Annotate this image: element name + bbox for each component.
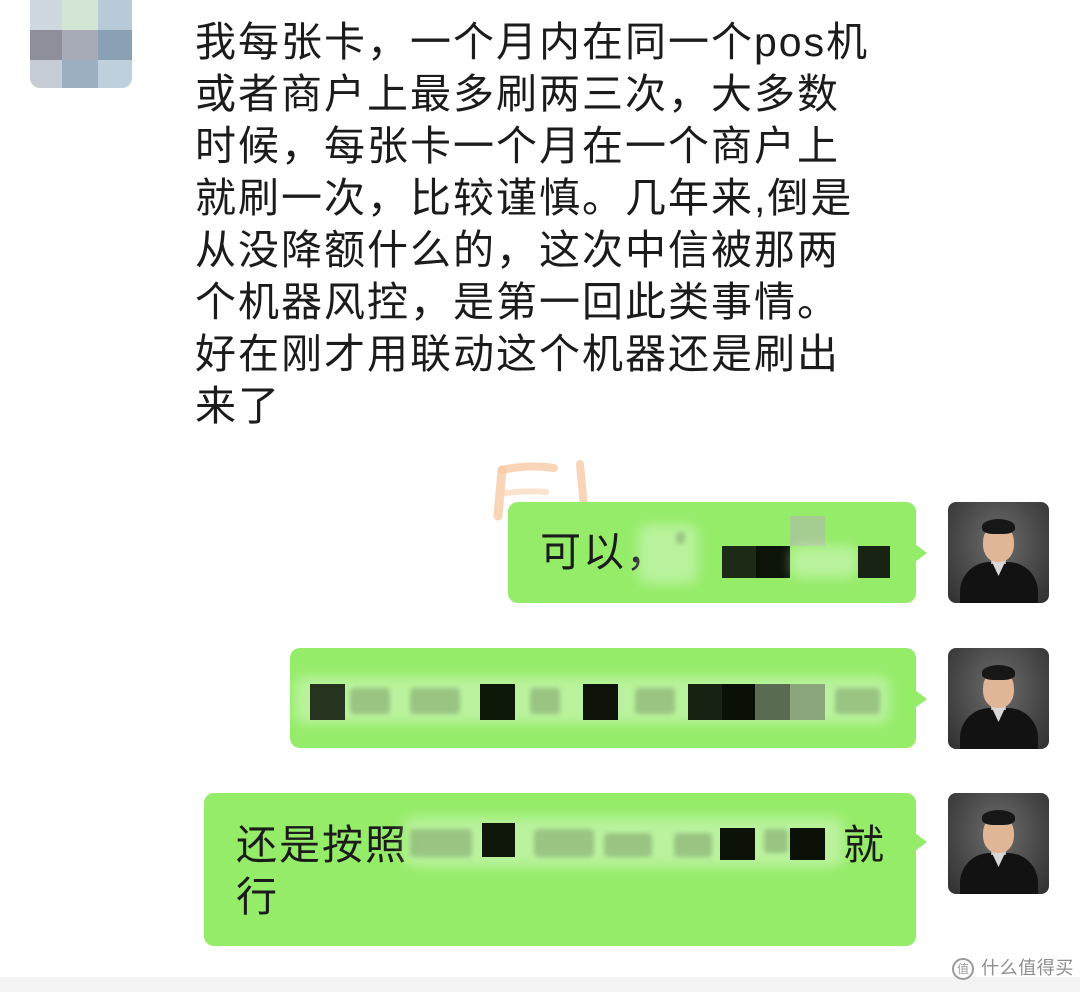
redaction-blur [764, 829, 788, 853]
redaction-blur [790, 546, 858, 578]
message-line: 从没降额什么的，这次中信被那两 [195, 227, 840, 273]
avatar-hair [982, 810, 1015, 825]
redaction-tile [756, 546, 790, 578]
zhide-logo-icon: 值 [952, 958, 974, 980]
redaction-tile [722, 546, 756, 578]
user-avatar[interactable] [948, 793, 1049, 894]
message-line: 就刷一次，比较谨慎。几年来,倒是 [195, 175, 854, 221]
mosaic-tile [62, 30, 98, 60]
message-line: 时候，每张卡一个月在一个商户上 [195, 123, 840, 169]
redaction-tile [722, 684, 755, 720]
redaction-tile [790, 516, 825, 546]
mosaic-tile [62, 60, 98, 88]
message-line: 个机器风控，是第一回此类事情。 [195, 279, 840, 325]
redaction-tile [790, 828, 825, 860]
redaction-blur [410, 829, 472, 857]
redaction-tile [583, 684, 618, 720]
redaction-blur [676, 532, 685, 544]
redaction-tile [755, 684, 790, 720]
user-avatar[interactable] [948, 648, 1049, 749]
redaction-tile [720, 828, 755, 860]
outgoing-message[interactable]: 可以， [508, 502, 927, 603]
redaction-blur [635, 688, 675, 714]
redaction-tile [482, 823, 515, 857]
incoming-message[interactable]: 我每张卡，一个月内在同一个pos机 或者商户上最多刷两三次，大多数 时候，每张卡… [195, 16, 869, 432]
contact-avatar[interactable] [30, 0, 132, 88]
redaction-tile [858, 546, 890, 578]
mosaic-tile [30, 30, 62, 60]
redaction-tile [480, 684, 515, 720]
message-line: 好在刚才用联动这个机器还是刷出 [195, 331, 840, 377]
redaction-blur [350, 688, 390, 714]
redaction-blur [604, 833, 652, 857]
avatar-hair [982, 665, 1015, 680]
message-line: 我每张卡，一个月内在同一个pos机 [195, 19, 870, 65]
mosaic-tile [98, 30, 132, 60]
message-line: 或者商户上最多刷两三次，大多数 [195, 71, 840, 117]
outgoing-message[interactable] [290, 648, 927, 748]
message-line: 来了 [195, 383, 281, 429]
bottom-band [0, 977, 1080, 992]
mosaic-tile [30, 60, 62, 88]
redaction-blur [530, 688, 560, 714]
message-text: 还是按照 [236, 822, 408, 868]
redaction-blur [674, 833, 712, 857]
redaction-blur [638, 524, 698, 584]
mosaic-tile [98, 60, 132, 88]
redaction-blur [534, 829, 594, 857]
mosaic-tile [62, 0, 98, 30]
redaction-blur [410, 688, 460, 714]
mosaic-tile [30, 0, 62, 30]
redaction-tile [310, 684, 345, 720]
avatar-hair [982, 519, 1015, 534]
redaction-tile [688, 684, 722, 720]
redaction-tile [790, 684, 825, 720]
message-text: 就 [843, 822, 886, 868]
mosaic-tile [98, 0, 132, 30]
message-text: 行 [236, 874, 279, 920]
site-watermark: 什么值得买 [981, 958, 1074, 978]
redaction-blur [835, 688, 880, 714]
user-avatar[interactable] [948, 502, 1049, 603]
outgoing-message[interactable]: 还是按照 就 行 [204, 793, 927, 946]
